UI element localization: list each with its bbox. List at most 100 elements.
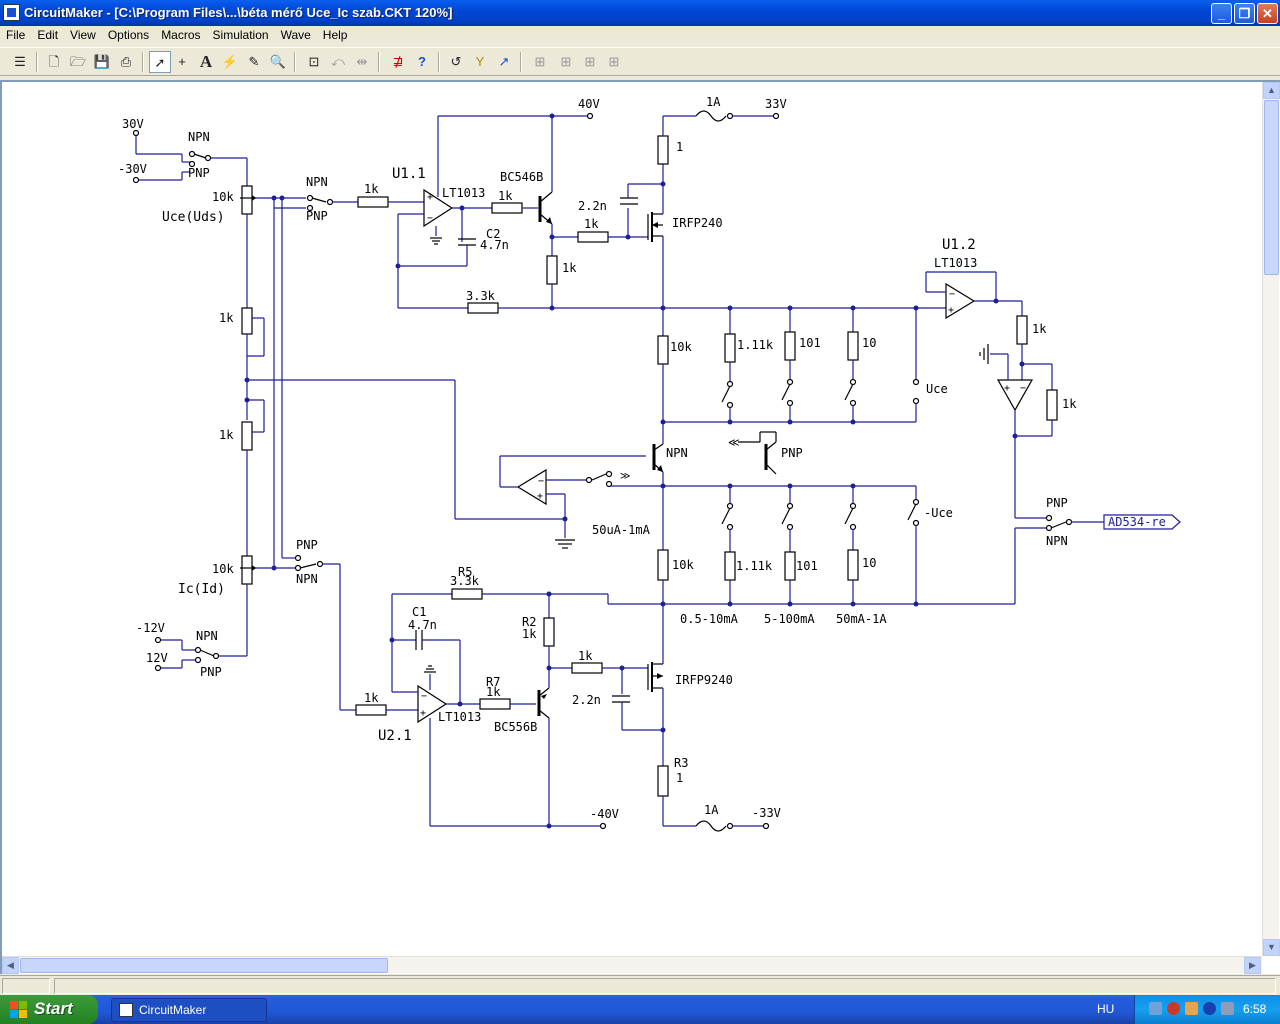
resistor-1k-u12a[interactable] <box>1016 315 1028 345</box>
probe-tool-icon[interactable]: ⚡ <box>219 51 241 73</box>
mosfet-irfp9240[interactable] <box>647 662 663 692</box>
arrow-tool-icon[interactable]: ➚ <box>149 51 171 73</box>
resistor-10k-top[interactable] <box>657 335 669 365</box>
range-switches-bottom[interactable] <box>721 486 920 531</box>
pot-ic[interactable] <box>240 555 256 585</box>
mirror-icon[interactable]: ⇹ <box>351 51 373 73</box>
resistor-33k-top[interactable] <box>467 302 499 314</box>
r-1k-gate2-label: 1k <box>578 649 593 663</box>
output-selector-switch[interactable] <box>1045 514 1073 532</box>
tray-app-icon[interactable] <box>1221 1002 1234 1015</box>
toolbar-separator <box>438 52 440 72</box>
resistor-1k-u12b[interactable] <box>1046 389 1058 421</box>
selector-switch-bottom[interactable] <box>294 554 324 572</box>
save-icon[interactable]: 💾 <box>91 51 113 73</box>
print-icon[interactable]: ⎙ <box>115 51 137 73</box>
resistor-1k-emitter[interactable] <box>546 255 558 285</box>
component-icon[interactable]: ☰ <box>9 51 31 73</box>
transistor-bc556b[interactable] <box>537 687 550 719</box>
vertical-scroll-thumb[interactable] <box>1264 100 1279 275</box>
step-icon[interactable]: Y <box>469 51 491 73</box>
vertical-scrollbar[interactable]: ▲ ▼ <box>1262 82 1280 956</box>
resistor-1k-input[interactable] <box>357 196 389 208</box>
scope3-icon[interactable]: ⊞ <box>603 51 625 73</box>
help-icon[interactable]: ? <box>411 51 433 73</box>
menu-edit[interactable]: Edit <box>31 26 64 42</box>
network-icon[interactable] <box>1149 1002 1162 1015</box>
pot-uce[interactable] <box>240 185 256 215</box>
menu-options[interactable]: Options <box>102 26 155 42</box>
app-icon[interactable] <box>3 4 20 21</box>
scroll-left-arrow-icon[interactable]: ◀ <box>2 957 19 974</box>
transistor-bc546b[interactable] <box>538 191 553 225</box>
scroll-down-arrow-icon[interactable]: ▼ <box>1263 939 1280 956</box>
menu-macros[interactable]: Macros <box>155 26 206 42</box>
menu-help[interactable]: Help <box>317 26 354 42</box>
zoom-tool-icon[interactable]: 🔍 <box>267 51 289 73</box>
resistor-111k-top[interactable] <box>724 333 736 363</box>
ruler-tool-icon[interactable]: ✎ <box>243 51 265 73</box>
schematic-drawing[interactable]: 30V -30V NPN PNP 10k Uce(Uds) 1k 1k 10k … <box>2 82 1262 956</box>
opamp-u12[interactable]: − + <box>945 282 976 320</box>
restore-button[interactable]: ❐ <box>1234 3 1255 24</box>
horizontal-scrollbar[interactable]: ◀ ▶ <box>2 956 1262 974</box>
bluetooth-icon[interactable] <box>1203 1002 1216 1015</box>
digital-sim-icon[interactable]: ⋣ <box>387 51 409 73</box>
range-switches-top[interactable] <box>721 308 920 409</box>
zoom-page-icon[interactable]: ⊡ <box>303 51 325 73</box>
clock[interactable]: 6:58 <box>1243 1002 1266 1016</box>
menu-simulation[interactable]: Simulation <box>207 26 275 42</box>
menu-view[interactable]: View <box>64 26 102 42</box>
minimize-button[interactable]: _ <box>1211 3 1232 24</box>
schematic-canvas[interactable]: 30V -30V NPN PNP 10k Uce(Uds) 1k 1k 10k … <box>0 80 1280 974</box>
scope2-icon[interactable]: ⊞ <box>579 51 601 73</box>
scroll-right-arrow-icon[interactable]: ▶ <box>1244 957 1261 974</box>
fuse-bottom[interactable] <box>695 820 727 832</box>
new-icon[interactable]: 🗋 <box>43 51 65 73</box>
resistor-10-top[interactable] <box>847 331 859 361</box>
text-tool-icon[interactable]: A <box>195 51 217 73</box>
resistor-101-top[interactable] <box>784 331 796 361</box>
resistor-r2-1k[interactable] <box>543 617 555 647</box>
scroll-up-arrow-icon[interactable]: ▲ <box>1263 82 1280 99</box>
pot-1k-bottom[interactable] <box>241 399 265 451</box>
transistor-pnp-center[interactable]: ≪ <box>728 431 777 475</box>
resistor-10k-bottom[interactable] <box>657 549 669 581</box>
rotate-icon[interactable]: ⤺ <box>327 51 349 73</box>
resistor-1k-input2[interactable] <box>355 704 387 716</box>
wire-tool-icon[interactable]: + <box>171 51 193 73</box>
resistor-r3-1[interactable] <box>657 765 669 797</box>
close-button[interactable]: ✕ <box>1257 3 1278 24</box>
horizontal-scroll-thumb[interactable] <box>20 958 388 973</box>
language-indicator[interactable]: HU <box>1097 1002 1114 1016</box>
resistor-1k-gate2[interactable] <box>571 662 603 674</box>
svg-text:+: + <box>427 192 433 203</box>
trace-icon[interactable]: ⊞ <box>529 51 551 73</box>
resistor-1k-gate[interactable] <box>577 231 609 243</box>
security-shield-icon[interactable] <box>1167 1002 1180 1015</box>
scope1-icon[interactable]: ⊞ <box>555 51 577 73</box>
run-icon[interactable]: ↗ <box>493 51 515 73</box>
mosfet-irfp240[interactable] <box>647 212 663 242</box>
start-button[interactable]: Start <box>0 995 98 1024</box>
pot-1k-top[interactable] <box>241 307 265 357</box>
resistor-101-bottom[interactable] <box>784 551 796 581</box>
opamp-inverter[interactable]: + − <box>996 379 1034 412</box>
resistor-1k-base[interactable] <box>491 202 523 214</box>
taskbar-item-circuitmaker[interactable]: CircuitMaker <box>111 998 267 1022</box>
volume-icon[interactable] <box>1185 1002 1198 1015</box>
menu-file[interactable]: File <box>0 26 31 42</box>
r-10-top-label: 10 <box>862 336 876 350</box>
resistor-111k-bottom[interactable] <box>724 551 736 581</box>
transistor-npn-center[interactable] <box>652 443 664 473</box>
resistor-r5-33k[interactable] <box>451 588 483 600</box>
resistor-r7-1k[interactable] <box>479 698 511 710</box>
open-icon[interactable]: 🗁 <box>67 51 89 73</box>
menu-wave[interactable]: Wave <box>275 26 317 42</box>
opamp-mid[interactable]: − + <box>516 468 547 506</box>
title-bar: CircuitMaker - [C:\Program Files\...\bét… <box>0 0 1280 26</box>
resistor-10-bottom[interactable] <box>847 549 859 581</box>
resistor-1-top[interactable] <box>657 135 669 165</box>
reset-icon[interactable]: ↺ <box>445 51 467 73</box>
fuse-top[interactable] <box>695 110 727 122</box>
